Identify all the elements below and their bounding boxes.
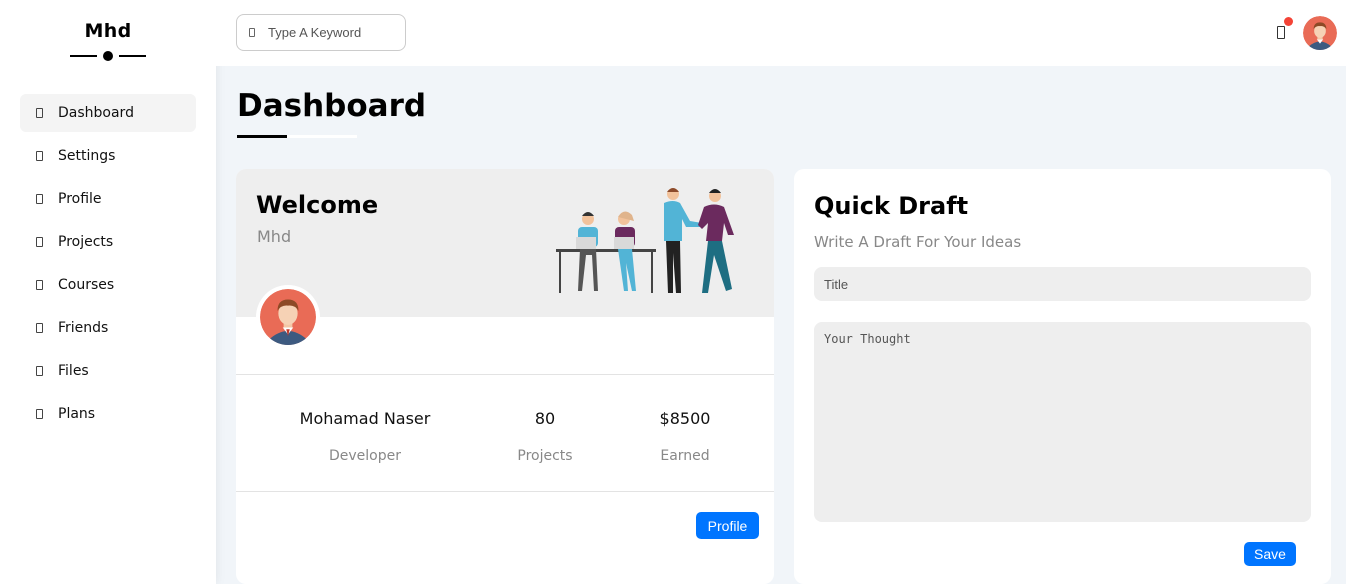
top-header [216, 0, 1346, 66]
sidebar-nav: Dashboard Settings Profile Projects Cour… [0, 86, 216, 433]
square-icon [36, 237, 43, 247]
sidebar-item-label: Friends [58, 320, 109, 336]
avatar[interactable] [256, 285, 320, 349]
stat-label: Developer [328, 448, 401, 464]
sidebar-item-label: Courses [58, 277, 115, 293]
search-icon [249, 28, 255, 37]
sidebar: Mhd Dashboard Settings Profile Projects … [0, 0, 216, 584]
quick-draft-card: Quick Draft Write A Draft For Your Ideas… [794, 169, 1331, 584]
stat-value: $8500 [659, 409, 711, 428]
draft-thought-textarea[interactable] [814, 322, 1311, 522]
stat-label: Earned [660, 448, 710, 464]
avatar[interactable] [1303, 16, 1337, 50]
sidebar-item-files[interactable]: Files [20, 352, 196, 390]
sidebar-item-label: Plans [58, 406, 96, 422]
logo-decoration [70, 50, 146, 61]
draft-title-input[interactable] [814, 267, 1311, 301]
sidebar-item-profile[interactable]: Profile [20, 180, 196, 218]
logo-text: Mhd [84, 20, 132, 42]
square-icon [36, 409, 43, 419]
save-button[interactable]: Save [1244, 542, 1296, 566]
divider [236, 491, 774, 492]
stat-projects: 80 Projects [494, 409, 596, 464]
profile-button[interactable]: Profile [696, 512, 759, 539]
stat-label: Projects [517, 448, 573, 464]
sidebar-item-label: Projects [58, 234, 114, 250]
avatar-icon [1303, 16, 1337, 50]
sidebar-item-label: Profile [58, 191, 102, 207]
welcome-banner: Welcome Mhd [236, 169, 774, 349]
sidebar-item-plans[interactable]: Plans [20, 395, 196, 433]
stat-value: 80 [534, 409, 556, 428]
sidebar-item-projects[interactable]: Projects [20, 223, 196, 261]
notification-dot [1284, 17, 1293, 26]
sidebar-item-courses[interactable]: Courses [20, 266, 196, 304]
welcome-title: Welcome [256, 191, 379, 219]
bell-icon[interactable] [1277, 26, 1285, 39]
stat-value: Mohamad Naser [299, 409, 431, 428]
sidebar-item-dashboard[interactable]: Dashboard [20, 94, 196, 132]
sidebar-item-label: Settings [58, 148, 116, 164]
square-icon [36, 108, 43, 118]
sidebar-item-settings[interactable]: Settings [20, 137, 196, 175]
avatar-icon [260, 289, 316, 345]
sidebar-item-friends[interactable]: Friends [20, 309, 196, 347]
team-illustration [556, 188, 734, 293]
page-title: Dashboard [237, 88, 427, 124]
sidebar-item-label: Files [58, 363, 89, 379]
stat-earned: $8500 Earned [634, 409, 736, 464]
sidebar-item-label: Dashboard [58, 105, 134, 121]
square-icon [36, 280, 43, 290]
logo: Mhd [0, 0, 216, 86]
divider [236, 374, 774, 375]
search-box[interactable] [236, 14, 406, 51]
quick-draft-subtitle: Write A Draft For Your Ideas [814, 233, 1022, 251]
square-icon [36, 366, 43, 376]
square-icon [36, 323, 43, 333]
welcome-card: Welcome Mhd Mohamad Naser Developer 80 P… [236, 169, 774, 584]
quick-draft-title: Quick Draft [814, 192, 969, 220]
profile-stats: Mohamad Naser Developer 80 Projects $850… [236, 409, 774, 469]
title-underline [237, 135, 357, 138]
square-icon [36, 194, 43, 204]
stat-name: Mohamad Naser Developer [274, 409, 456, 464]
welcome-subtitle: Mhd [257, 227, 292, 246]
square-icon [36, 151, 43, 161]
search-input[interactable] [268, 25, 388, 40]
